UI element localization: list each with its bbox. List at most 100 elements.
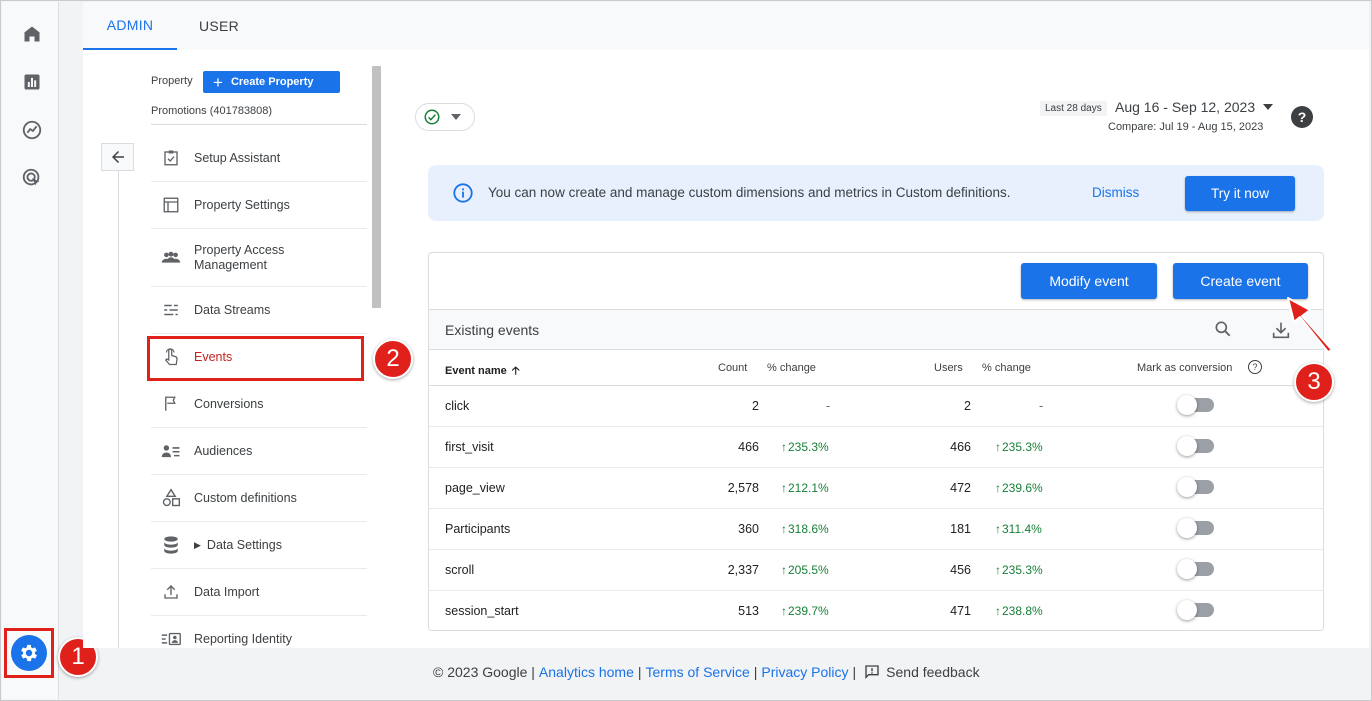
nav-item-conversions[interactable]: Conversions xyxy=(151,381,367,428)
info-icon xyxy=(452,182,474,209)
search-icon[interactable] xyxy=(1213,319,1233,344)
table-row[interactable]: click 2 - 2 - xyxy=(429,386,1323,427)
database-icon xyxy=(160,534,182,556)
table-row[interactable]: session_start 513 ↑239.7% 471 ↑238.8% xyxy=(429,591,1323,630)
users-change-value: 311.4% xyxy=(1002,522,1042,536)
table-row[interactable]: page_view 2,578 ↑212.1% 472 ↑239.6% xyxy=(429,468,1323,509)
info-banner: You can now create and manage custom dim… xyxy=(428,165,1324,221)
streams-icon xyxy=(160,299,182,321)
explore-icon[interactable] xyxy=(18,116,46,144)
date-range-picker[interactable]: Aug 16 - Sep 12, 2023 xyxy=(1115,99,1274,115)
dismiss-button[interactable]: Dismiss xyxy=(1092,185,1139,200)
try-it-now-button[interactable]: Try it now xyxy=(1185,176,1295,211)
property-status-dropdown[interactable] xyxy=(415,103,475,131)
event-users: 466 xyxy=(950,440,971,454)
users-change: ↑311.4% xyxy=(995,522,1042,536)
left-rail xyxy=(2,2,59,699)
users-change: - xyxy=(1039,399,1044,413)
nav-item-data-import[interactable]: Data Import xyxy=(151,569,367,616)
caret-down-icon xyxy=(1263,104,1274,110)
nav-item-property-settings[interactable]: Property Settings xyxy=(151,182,367,229)
events-column-headers: Event name 🡡 Count % change Users % chang… xyxy=(429,350,1323,386)
conversion-toggle[interactable] xyxy=(1177,477,1214,497)
users-change-value: 239.6% xyxy=(1002,481,1043,495)
column-count-change[interactable]: % change xyxy=(767,362,816,374)
table-row[interactable]: Participants 360 ↑318.6% 181 ↑311.4% xyxy=(429,509,1323,550)
property-divider xyxy=(151,124,367,125)
conversion-toggle[interactable] xyxy=(1177,436,1214,456)
nav-item-property-access-management[interactable]: Property Access Management xyxy=(151,229,367,287)
nav-item-audiences[interactable]: Audiences xyxy=(151,428,367,475)
conversion-toggle[interactable] xyxy=(1177,559,1214,579)
users-change-value: 235.3% xyxy=(1002,563,1043,577)
identity-icon xyxy=(160,628,182,648)
event-name: session_start xyxy=(445,604,519,618)
admin-panel: Property + Create Property Promotions (4… xyxy=(83,50,1369,648)
date-preset-chip: Last 28 days xyxy=(1040,101,1107,116)
arrow-up-icon: ↑ xyxy=(995,563,1001,577)
gear-icon xyxy=(21,644,37,662)
nav-item-data-streams[interactable]: Data Streams xyxy=(151,287,367,334)
nav-label: Conversions xyxy=(194,396,264,411)
events-table-title: Existing events xyxy=(445,322,540,338)
send-feedback-button[interactable]: Send feedback xyxy=(864,664,980,680)
table-row[interactable]: first_visit 466 ↑235.3% 466 ↑235.3% xyxy=(429,427,1323,468)
event-users: 472 xyxy=(950,481,971,495)
column-count[interactable]: Count xyxy=(718,362,747,374)
nav-item-setup-assistant[interactable]: Setup Assistant xyxy=(151,135,367,182)
help-circle-icon[interactable]: ? xyxy=(1248,360,1262,374)
analytics-home-link[interactable]: Analytics home xyxy=(539,664,634,680)
create-property-button[interactable]: + Create Property xyxy=(203,71,340,93)
conversion-toggle[interactable] xyxy=(1177,600,1214,620)
nav-item-custom-definitions[interactable]: Custom definitions xyxy=(151,475,367,522)
event-count: 2,337 xyxy=(727,563,759,577)
arrow-up-icon: ↑ xyxy=(781,522,787,536)
back-button[interactable] xyxy=(101,143,134,171)
column-event-name[interactable]: Event name 🡡 xyxy=(445,362,520,381)
nav-label: Custom definitions xyxy=(194,490,297,505)
arrow-up-icon: ↑ xyxy=(995,440,1001,454)
caret-right-icon[interactable]: ▶ xyxy=(194,540,201,551)
tab-bar: ADMIN USER xyxy=(83,2,1369,50)
count-change: ↑212.1% xyxy=(781,481,829,495)
modify-event-button[interactable]: Modify event xyxy=(1021,263,1157,299)
annotation-badge-3: 3 xyxy=(1294,362,1334,402)
column-users[interactable]: Users xyxy=(934,362,963,374)
events-highlight-box xyxy=(147,336,364,381)
users-change-value: 238.8% xyxy=(1002,604,1043,618)
event-count: 2,578 xyxy=(727,481,759,495)
event-name: Participants xyxy=(445,522,511,536)
nav-item-data-settings[interactable]: ▶ Data Settings xyxy=(151,522,367,569)
layout-icon xyxy=(160,194,182,216)
arrow-left-icon xyxy=(111,151,124,163)
event-name: scroll xyxy=(445,563,475,577)
table-row[interactable]: scroll 2,337 ↑205.5% 456 ↑235.3% xyxy=(429,550,1323,591)
count-change-value: 239.7% xyxy=(788,604,829,618)
chevron-down-icon xyxy=(451,114,461,120)
event-users: 456 xyxy=(950,563,971,577)
privacy-link[interactable]: Privacy Policy xyxy=(761,664,848,680)
home-icon[interactable] xyxy=(18,20,46,48)
reports-icon[interactable] xyxy=(18,68,46,96)
admin-gear-button[interactable] xyxy=(11,635,47,671)
nav-item-reporting-identity[interactable]: Reporting Identity xyxy=(151,616,367,648)
tab-admin[interactable]: ADMIN xyxy=(83,2,177,50)
conversion-toggle[interactable] xyxy=(1177,395,1214,415)
compare-range-text: Compare: Jul 19 - Aug 15, 2023 xyxy=(1108,121,1264,133)
conversion-toggle[interactable] xyxy=(1177,518,1214,538)
advertising-icon[interactable] xyxy=(18,164,46,192)
feedback-icon xyxy=(865,665,879,679)
arrow-up-icon: ↑ xyxy=(781,481,787,495)
nav-tree-line xyxy=(118,171,119,648)
terms-link[interactable]: Terms of Service xyxy=(646,664,750,680)
event-count: 2 xyxy=(752,399,759,413)
column-users-change[interactable]: % change xyxy=(982,362,1031,374)
event-count: 360 xyxy=(738,522,759,536)
event-users: 2 xyxy=(964,399,971,413)
footer-separator: | xyxy=(637,664,642,680)
property-label: Property xyxy=(151,75,193,87)
help-icon[interactable]: ? xyxy=(1291,106,1313,128)
annotation-badge-2: 2 xyxy=(373,339,413,379)
tab-user[interactable]: USER xyxy=(177,2,261,50)
nav-scrollbar[interactable] xyxy=(372,66,381,308)
